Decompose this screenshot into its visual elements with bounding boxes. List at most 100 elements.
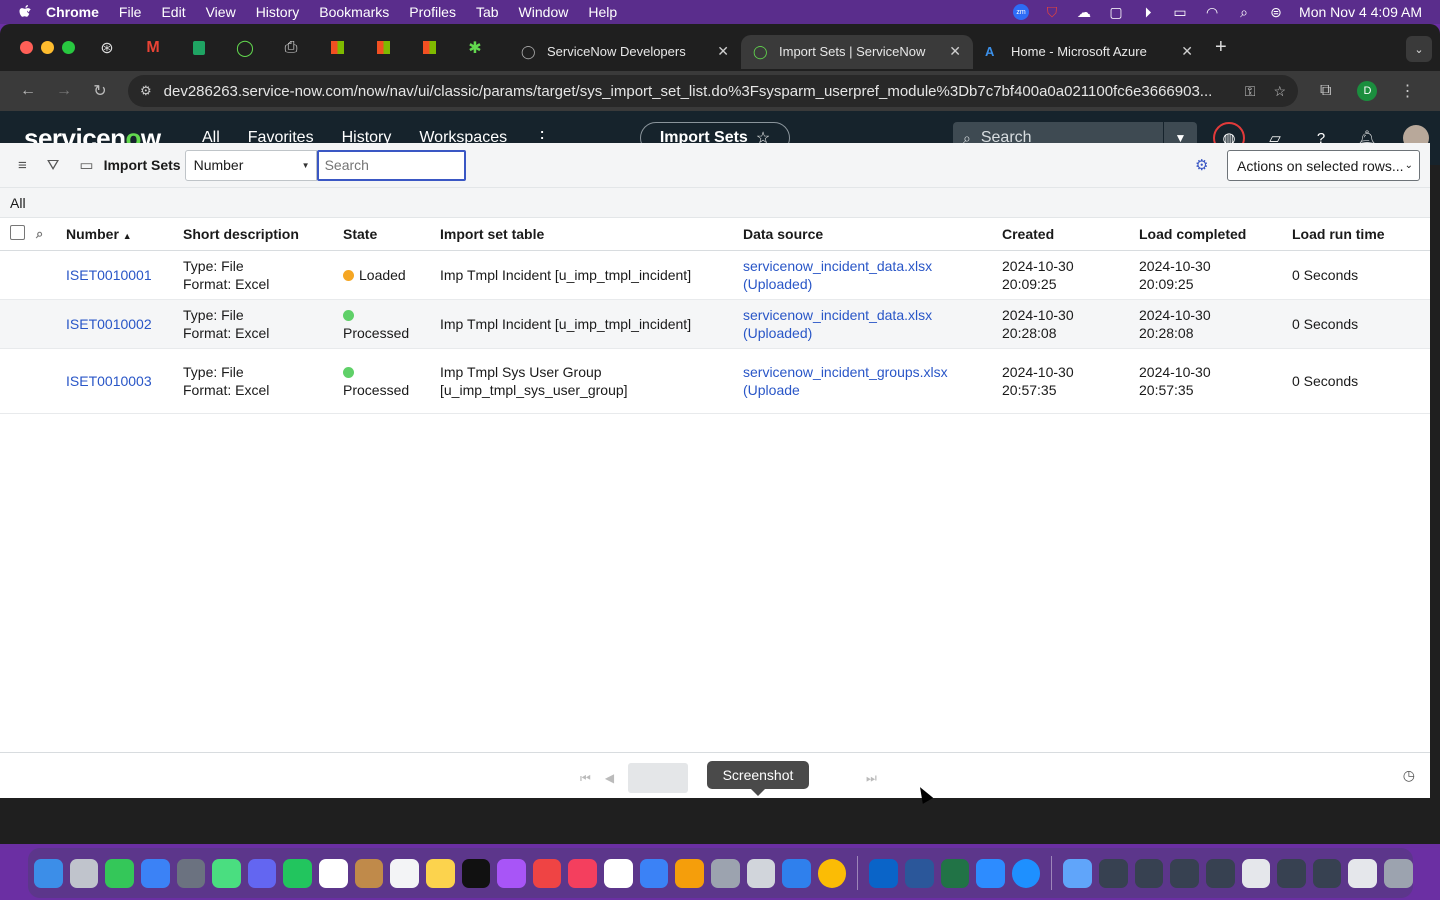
profile-avatar[interactable]: D (1357, 81, 1378, 101)
folder-icon[interactable] (1063, 858, 1093, 888)
pinned-tab-printer-icon[interactable]: ⎙ (277, 37, 305, 59)
calendar-icon[interactable] (319, 858, 348, 888)
pinned-tab-sheets-icon[interactable] (185, 37, 213, 59)
pinned-tab-gmail-icon[interactable]: M (139, 37, 167, 59)
zoom-window-button[interactable] (62, 41, 75, 54)
record-link[interactable]: ISET0010002 (66, 316, 152, 332)
actions-select[interactable]: Actions on selected rows... ⌄ (1227, 150, 1420, 181)
page-number-box[interactable] (628, 763, 689, 793)
notion-icon[interactable] (604, 858, 633, 888)
bookmark-star-icon[interactable]: ☆ (1273, 83, 1286, 100)
podcasts-icon[interactable] (497, 858, 526, 888)
wifi-icon[interactable]: ◠ (1203, 4, 1221, 20)
menu-history[interactable]: History (256, 4, 300, 20)
menu-help[interactable]: Help (588, 4, 617, 20)
list-title[interactable]: Import Sets (104, 157, 181, 173)
messages-icon[interactable] (105, 858, 134, 888)
maps-icon[interactable] (212, 858, 241, 888)
col-data-source[interactable]: Data source (743, 218, 1002, 251)
col-load-completed[interactable]: Load completed (1139, 218, 1292, 251)
chrome-icon[interactable] (817, 858, 847, 888)
apple-menu-icon[interactable] (18, 4, 34, 20)
launchpad-icon[interactable] (69, 858, 99, 888)
data-source-suffix[interactable]: (Uploade (743, 381, 1002, 399)
battery-icon[interactable]: ▭ (1171, 4, 1189, 20)
notes-icon[interactable] (425, 858, 455, 888)
apple-tv-icon[interactable] (461, 858, 491, 888)
url-text[interactable]: dev286263.service-now.com/now/nav/ui/cla… (164, 83, 1227, 100)
music-icon[interactable] (568, 858, 597, 888)
zoom-icon[interactable] (976, 858, 1005, 888)
menu-bookmarks[interactable]: Bookmarks (319, 4, 389, 20)
photos-icon[interactable] (675, 858, 704, 888)
data-source-suffix[interactable]: (Uploaded) (743, 324, 1002, 342)
facetime-icon[interactable] (283, 858, 312, 888)
control-center-icon[interactable]: ⊜ (1267, 4, 1285, 20)
vscode-icon[interactable] (782, 858, 811, 888)
reload-icon[interactable]: ↻ (82, 81, 118, 101)
menu-file[interactable]: File (119, 4, 142, 20)
data-source-link[interactable]: servicenow_incident_groups.xlsx (743, 363, 1002, 381)
extensions-puzzle-icon[interactable]: ⧉ (1320, 82, 1331, 100)
excel-icon[interactable] (940, 858, 970, 888)
data-source-suffix[interactable]: (Uploaded) (743, 275, 1002, 293)
new-tab-button[interactable]: + (1215, 36, 1227, 59)
address-bar[interactable]: ⚙ dev286263.service-now.com/now/nav/ui/c… (128, 75, 1298, 107)
filter-icon[interactable]: ⛛ (47, 157, 60, 174)
close-tab-icon[interactable]: ✕ (1181, 43, 1193, 60)
list-settings-gear-icon[interactable]: ⚙ (1195, 156, 1208, 174)
previous-page-icon[interactable]: ◀ (605, 771, 614, 785)
tab-search-button[interactable]: ⌄ (1406, 36, 1432, 62)
record-link[interactable]: ISET0010001 (66, 267, 152, 283)
list-context-icon[interactable]: ▭ (79, 156, 93, 174)
pinned-tab-openai-icon[interactable]: ⊛ (93, 37, 121, 59)
mail-icon[interactable] (140, 858, 170, 888)
col-short-description[interactable]: Short description (183, 218, 343, 251)
back-arrow-icon[interactable]: ← (10, 82, 46, 100)
select-all-checkbox[interactable] (10, 224, 25, 240)
recent-window-8-icon[interactable] (1348, 858, 1378, 888)
menubar-clock[interactable]: Mon Nov 4 4:09 AM (1299, 4, 1422, 20)
recent-window-2-icon[interactable] (1134, 858, 1164, 888)
col-state[interactable]: State (343, 218, 440, 251)
outlook-icon[interactable] (869, 858, 898, 888)
app-store-icon[interactable] (639, 858, 669, 888)
col-load-run-time[interactable]: Load run time (1292, 218, 1430, 251)
screenshot-icon[interactable] (746, 858, 776, 888)
menu-edit[interactable]: Edit (161, 4, 185, 20)
tab-import-sets[interactable]: ◯ Import Sets | ServiceNow ✕ (741, 34, 973, 69)
site-info-icon[interactable]: ⚙ (140, 83, 152, 99)
pinned-tab-servicenow-icon[interactable]: ◯ (231, 37, 259, 59)
menu-chrome[interactable]: Chrome (46, 4, 99, 20)
breadcrumb-all[interactable]: All (10, 195, 26, 211)
word-icon[interactable] (904, 858, 934, 888)
pinned-tab-microsoft-icon-1[interactable] (323, 37, 351, 59)
zoom-status-icon[interactable]: zm (1013, 4, 1030, 20)
recent-window-7-icon[interactable] (1312, 858, 1342, 888)
contacts-icon[interactable] (354, 858, 384, 888)
menu-tab[interactable]: Tab (476, 4, 499, 20)
menu-window[interactable]: Window (519, 4, 569, 20)
reminders-icon[interactable] (390, 858, 419, 888)
column-search-icon[interactable]: ⌕ (36, 218, 66, 251)
close-window-button[interactable] (20, 41, 33, 54)
first-page-icon[interactable]: ⏮ (580, 771, 591, 786)
col-number[interactable]: Number ▲ (66, 218, 183, 251)
col-import-set-table[interactable]: Import set table (440, 218, 743, 251)
pinned-tab-microsoft-icon-2[interactable] (369, 37, 397, 59)
pen-icon[interactable] (176, 858, 206, 888)
col-created[interactable]: Created (1002, 218, 1139, 251)
search-field-select[interactable]: Number ▼ (184, 149, 317, 181)
menu-profiles[interactable]: Profiles (409, 4, 456, 20)
system-settings-icon[interactable] (710, 858, 740, 888)
mcafee-icon[interactable]: ⛉ (1043, 4, 1061, 20)
response-time-icon[interactable]: ◷ (1403, 767, 1415, 784)
spotlight-search-icon[interactable]: ⌕ (1235, 4, 1253, 20)
last-page-icon[interactable]: ⏭ (866, 771, 877, 786)
trash-icon[interactable] (1384, 858, 1413, 888)
list-search-input[interactable] (316, 149, 466, 181)
close-tab-icon[interactable]: ✕ (949, 43, 961, 60)
close-tab-icon[interactable]: ✕ (717, 43, 729, 60)
tab-microsoft-azure[interactable]: A Home - Microsoft Azure ✕ (973, 35, 1205, 69)
news-icon[interactable] (532, 858, 562, 888)
